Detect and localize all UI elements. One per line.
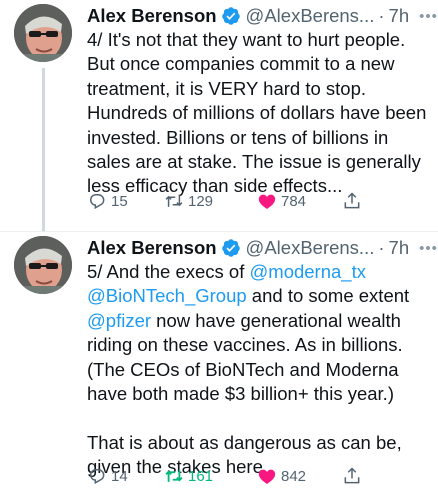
- tweet-text: 5/ And the execs of @moderna_tx @BioNTech…: [87, 260, 427, 480]
- tweet[interactable]: Alex Berenson @AlexBerens... · 7h ••• 5/…: [0, 232, 438, 500]
- retweet-icon: [165, 195, 183, 207]
- tweet-text-segment: (The CEOs of BioNTech and Moderna: [87, 358, 399, 380]
- avatar[interactable]: [14, 4, 72, 62]
- tweet-line: [87, 406, 427, 430]
- author-name[interactable]: Alex Berenson: [87, 237, 217, 259]
- share-icon: [344, 467, 360, 484]
- like-button[interactable]: 842: [257, 466, 342, 486]
- action-bar: 14 161 842: [87, 465, 427, 487]
- heart-icon: [258, 469, 276, 484]
- tweet-line: have both made $3 billion+ this year.): [87, 382, 427, 406]
- tweet-line: @pfizer now have generational wealth: [87, 309, 427, 333]
- tweet-header: Alex Berenson @AlexBerens... · 7h •••: [87, 235, 437, 261]
- share-button[interactable]: [342, 191, 362, 211]
- reply-button[interactable]: 14: [87, 466, 164, 486]
- share-icon: [344, 192, 360, 209]
- reply-count: 15: [111, 192, 128, 210]
- retweet-count: 161: [188, 467, 214, 485]
- tweet-line: treatment, it is VERY hard to stop.: [87, 77, 427, 101]
- tweet-text-segment: have both made $3 billion+ this year.): [87, 383, 394, 405]
- thread-line: [42, 68, 45, 232]
- tweet-text-segment: 4/ It's not that they want to hurt peopl…: [87, 29, 406, 50]
- tweet-line: Hundreds of millions of dollars have bee…: [87, 101, 427, 125]
- tweet-line: invested. Billions or tens of billions i…: [87, 126, 427, 150]
- mention-link[interactable]: @moderna_tx: [250, 261, 366, 282]
- separator: ·: [378, 237, 385, 258]
- tweet-line: sales are at stake. The issue is general…: [87, 150, 427, 174]
- like-button[interactable]: 784: [257, 191, 342, 211]
- tweet-header: Alex Berenson @AlexBerens... · 7h •••: [87, 3, 437, 29]
- reply-icon: [89, 194, 105, 210]
- author-handle[interactable]: @AlexBerens...: [246, 5, 375, 27]
- separator: ·: [378, 5, 385, 26]
- reply-count: 14: [111, 467, 128, 485]
- tweet-line: That is about as dangerous as can be,: [87, 431, 427, 455]
- tweet-line: 5/ And the execs of @moderna_tx: [87, 260, 427, 284]
- tweet-line: (The CEOs of BioNTech and Moderna: [87, 358, 427, 382]
- author-handle[interactable]: @AlexBerens...: [246, 237, 375, 259]
- more-options-button[interactable]: •••: [419, 240, 438, 257]
- tweet-text-segment: But once companies commit to a new: [87, 53, 395, 75]
- tweet-text-segment: 5/ And the execs of: [87, 261, 250, 282]
- timestamp[interactable]: 7h: [389, 5, 410, 27]
- tweet-text-segment: riding on these vaccines. As in billions…: [87, 334, 403, 356]
- tweet-line: riding on these vaccines. As in billions…: [87, 333, 427, 357]
- timestamp[interactable]: 7h: [389, 237, 410, 259]
- tweet-text-segment: now have generational wealth: [151, 309, 401, 331]
- tweet-text-segment: and to some extent: [246, 285, 410, 307]
- like-count: 842: [281, 467, 307, 485]
- mention-link[interactable]: @pfizer: [87, 310, 151, 331]
- mention-link[interactable]: @BioNTech_Group: [87, 285, 247, 306]
- author-name[interactable]: Alex Berenson: [87, 5, 217, 27]
- tweet-line: But once companies commit to a new: [87, 52, 427, 76]
- action-bar: 15 129 784: [87, 190, 427, 212]
- share-button[interactable]: [342, 466, 362, 486]
- tweet-text-segment: sales are at stake. The issue is general…: [87, 151, 421, 173]
- retweet-button[interactable]: 161: [164, 466, 257, 486]
- retweet-count: 129: [188, 192, 214, 210]
- tweet-text-segment: treatment, it is VERY hard to stop.: [87, 77, 367, 99]
- tweet-text-segment: Hundreds of millions of dollars have bee…: [87, 102, 427, 124]
- tweet[interactable]: Alex Berenson @AlexBerens... · 7h ••• 4/…: [0, 0, 438, 232]
- tweet-text: 4/ It's not that they want to hurt peopl…: [87, 28, 427, 199]
- avatar[interactable]: [14, 236, 72, 294]
- tweet-line: @BioNTech_Group and to some extent: [87, 284, 427, 308]
- reply-button[interactable]: 15: [87, 191, 164, 211]
- heart-icon: [258, 194, 276, 209]
- retweet-icon: [165, 470, 183, 482]
- retweet-button[interactable]: 129: [164, 191, 257, 211]
- tweet-text-segment: That is about as dangerous as can be,: [87, 431, 402, 453]
- reply-icon: [89, 469, 105, 485]
- tweet-line: 4/ It's not that they want to hurt peopl…: [87, 28, 427, 52]
- like-count: 784: [281, 192, 307, 210]
- verified-badge-icon: [221, 6, 241, 26]
- more-options-button[interactable]: •••: [419, 8, 438, 25]
- tweet-text-segment: invested. Billions or tens of billions i…: [87, 126, 389, 148]
- verified-badge-icon: [221, 238, 241, 258]
